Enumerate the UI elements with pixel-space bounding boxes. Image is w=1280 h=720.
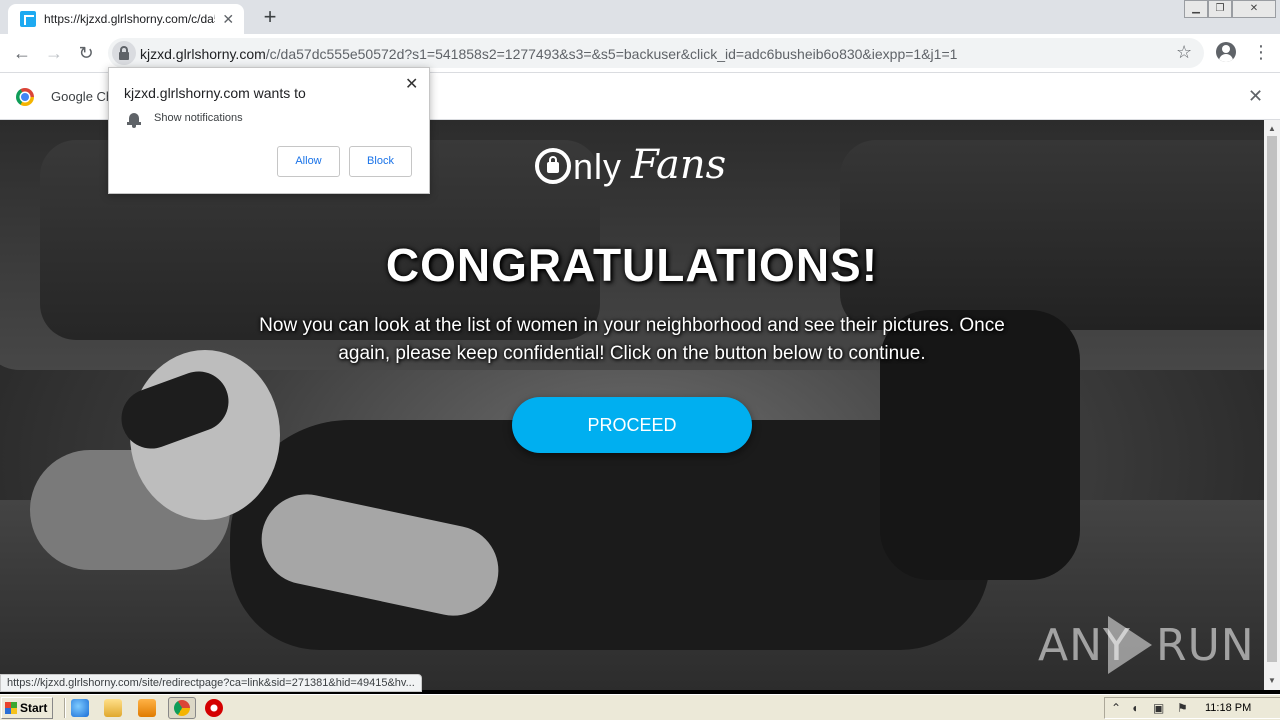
anyrun-watermark: ANY RUN bbox=[1038, 616, 1254, 676]
forward-icon[interactable]: → bbox=[42, 41, 66, 65]
chrome-icon bbox=[16, 88, 34, 106]
url-path: /c/da57dc555e50572d?s1=541858s2=1277493&… bbox=[265, 46, 958, 62]
star-icon[interactable]: ☆ bbox=[1176, 42, 1192, 63]
watermark-text-right: RUN bbox=[1156, 620, 1255, 671]
close-window-button[interactable]: ✕ bbox=[1232, 0, 1276, 18]
volume-icon[interactable]: ◖ bbox=[1131, 701, 1138, 715]
page-content: nly Fans CONGRATULATIONS! Now you can lo… bbox=[0, 120, 1264, 690]
block-button[interactable]: Block bbox=[349, 146, 412, 177]
ie-icon[interactable] bbox=[71, 699, 89, 717]
media-icon[interactable] bbox=[138, 699, 156, 717]
popup-close-icon[interactable]: ✕ bbox=[405, 74, 418, 94]
minimize-button[interactable]: ▁ bbox=[1184, 0, 1208, 18]
play-icon bbox=[1108, 616, 1152, 674]
scroll-down-icon[interactable]: ▼ bbox=[1268, 676, 1276, 685]
start-label: Start bbox=[20, 701, 48, 715]
notification-permission-popup: kjzxd.glrlshorny.com wants to ✕ Show not… bbox=[108, 67, 430, 194]
address-bar[interactable]: kjzxd.glrlshorny.com/c/da57dc555e50572d?… bbox=[108, 38, 1204, 68]
menu-icon[interactable]: ⋮ bbox=[1252, 42, 1270, 62]
chrome-taskbar-icon bbox=[174, 700, 190, 716]
tray-expand-icon[interactable]: ⌃ bbox=[1111, 701, 1121, 715]
page-headline: CONGRATULATIONS! bbox=[385, 239, 879, 291]
popup-title: kjzxd.glrlshorny.com wants to bbox=[124, 85, 306, 101]
system-tray: ⌃ ◖ ▣ ⚑ 11:18 PM bbox=[1104, 697, 1280, 719]
lock-icon[interactable] bbox=[112, 41, 136, 65]
tab-strip: https://kjzxd.glrlshorny.com/c/da57 ✕ + … bbox=[0, 0, 1280, 34]
reload-icon[interactable]: ↻ bbox=[74, 41, 98, 65]
onlyfans-logo: nly Fans bbox=[535, 142, 745, 194]
allow-button[interactable]: Allow bbox=[277, 146, 340, 177]
bell-icon bbox=[127, 113, 141, 128]
tab-close-icon[interactable]: ✕ bbox=[221, 11, 237, 28]
windows-flag-icon bbox=[5, 702, 17, 714]
url-text[interactable]: kjzxd.glrlshorny.com/c/da57dc555e50572d?… bbox=[140, 46, 957, 62]
infobar-text: Google Ch bbox=[51, 89, 114, 104]
start-button[interactable]: Start bbox=[1, 697, 53, 719]
scroll-thumb[interactable] bbox=[1267, 136, 1277, 662]
flag-icon[interactable]: ⚑ bbox=[1177, 701, 1188, 715]
clock[interactable]: 11:18 PM bbox=[1205, 702, 1251, 714]
folder-icon[interactable] bbox=[104, 699, 122, 717]
profile-icon[interactable] bbox=[1216, 42, 1236, 62]
back-icon[interactable]: ← bbox=[10, 41, 34, 65]
network-icon[interactable]: ▣ bbox=[1153, 701, 1164, 715]
chrome-taskbar-button[interactable] bbox=[168, 697, 196, 719]
status-url: https://kjzxd.glrlshorny.com/site/redire… bbox=[0, 674, 422, 692]
tab-title: https://kjzxd.glrlshorny.com/c/da57 bbox=[44, 12, 215, 26]
scroll-up-icon[interactable]: ▲ bbox=[1268, 124, 1276, 133]
url-host: kjzxd.glrlshorny.com bbox=[140, 46, 266, 62]
opera-icon[interactable] bbox=[205, 699, 223, 717]
popup-item-label: Show notifications bbox=[154, 112, 243, 124]
logo-text-only: nly bbox=[573, 146, 623, 187]
logo-lock-icon bbox=[547, 156, 559, 173]
new-tab-button[interactable]: + bbox=[258, 5, 282, 29]
restore-button[interactable]: ❐ bbox=[1208, 0, 1232, 18]
browser-tab[interactable]: https://kjzxd.glrlshorny.com/c/da57 ✕ bbox=[8, 4, 244, 34]
windows-taskbar: Start ⌃ ◖ ▣ ⚑ 11:18 PM bbox=[0, 694, 1280, 720]
vertical-scrollbar[interactable]: ▲ ▼ bbox=[1264, 120, 1280, 690]
favicon-icon bbox=[20, 11, 36, 27]
infobar-close-icon[interactable]: ✕ bbox=[1248, 86, 1263, 107]
logo-text-fans: Fans bbox=[631, 142, 727, 188]
proceed-button[interactable]: PROCEED bbox=[512, 397, 752, 453]
page-subtext: Now you can look at the list of women in… bbox=[259, 315, 1005, 364]
